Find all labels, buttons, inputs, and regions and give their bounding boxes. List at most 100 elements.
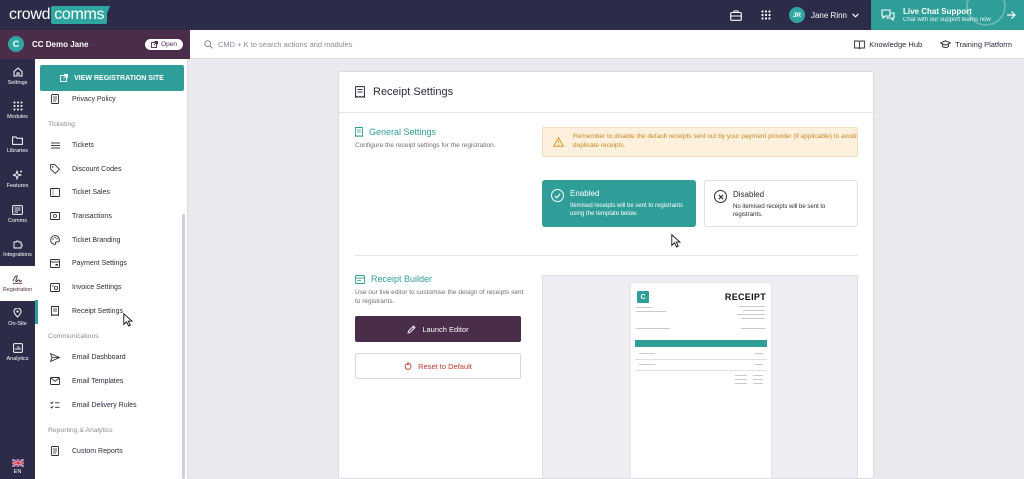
signature-icon xyxy=(12,275,23,284)
grid-icon xyxy=(13,101,22,111)
warning-banner: Remember to disable the default receipts… xyxy=(542,127,858,157)
x-circle-icon xyxy=(714,190,727,203)
rail-label: Modules xyxy=(7,114,28,121)
preview-line xyxy=(741,318,765,320)
enabled-title: Enabled xyxy=(570,189,600,198)
receipt-paper: C RECEIPT xyxy=(631,283,771,478)
open-label: Open xyxy=(161,40,177,48)
sidebar: VIEW REGISTRATION SITE Privacy Policy Ti… xyxy=(35,59,188,479)
chevron-down-icon xyxy=(852,12,859,18)
receipts-disabled-option[interactable]: Disabled No itemised receipts will be se… xyxy=(704,180,858,227)
sidebar-item-label: Transactions xyxy=(72,212,112,220)
external-link-icon xyxy=(60,74,69,82)
live-chat-support-button[interactable]: Live Chat Support Chat with our support … xyxy=(871,0,1024,30)
reset-icon xyxy=(404,361,412,370)
general-settings-heading: General Settings xyxy=(355,127,436,137)
knowledge-hub-label: Knowledge Hub xyxy=(869,40,923,49)
preview-line xyxy=(755,364,763,366)
rail-item-comms[interactable]: Comms xyxy=(0,197,35,232)
preview-line xyxy=(739,306,765,308)
language-selector[interactable]: EN xyxy=(0,459,35,475)
rail-item-settings[interactable]: Settings xyxy=(0,59,35,94)
preview-line xyxy=(735,375,747,377)
sidebar-item-label: Payment Settings xyxy=(72,259,127,267)
arrow-right-icon xyxy=(1007,11,1016,19)
brand-word: crowd xyxy=(9,6,51,23)
sidebar-item-transactions[interactable]: Transactions xyxy=(50,209,112,223)
preview-line xyxy=(753,379,763,381)
sidebar-item-ticket-branding[interactable]: Ticket Branding xyxy=(50,233,120,247)
sidebar-item-invoice-settings[interactable]: Invoice Settings xyxy=(50,280,121,294)
receipt-builder-desc: Use our live editor to customise the des… xyxy=(355,289,524,306)
rail-item-modules[interactable]: Modules xyxy=(0,94,35,129)
training-platform-link[interactable]: Training Platform xyxy=(940,40,1012,49)
disabled-desc: No itemised receipts will be sent to reg… xyxy=(733,204,826,218)
receipts-enabled-option[interactable]: Enabled Itemised receipts will be sent t… xyxy=(542,180,696,227)
reset-to-default-label: Reset to Default xyxy=(418,361,472,371)
graduation-cap-icon xyxy=(940,40,952,48)
user-menu[interactable]: JR Jane Rinn xyxy=(788,7,859,23)
rail-item-features[interactable]: Features xyxy=(0,163,35,198)
sidebar-item-tickets[interactable]: Tickets xyxy=(50,138,94,152)
launch-editor-button[interactable]: Launch Editor xyxy=(355,316,521,342)
sidebar-item-email-delivery-rules[interactable]: Email Delivery Rules xyxy=(50,398,137,412)
preview-line xyxy=(735,383,747,385)
sub-bar: C CC Demo Jane Open CMD + K to search ac… xyxy=(0,29,1024,59)
sidebar-item-privacy-policy[interactable]: Privacy Policy xyxy=(50,92,116,106)
disabled-title: Disabled xyxy=(733,190,765,199)
sidebar-item-email-templates[interactable]: Email Templates xyxy=(50,374,123,388)
document-icon xyxy=(51,446,59,456)
sidebar-item-email-dashboard[interactable]: Email Dashboard xyxy=(50,350,126,364)
receipt-icon xyxy=(51,306,59,316)
search-icon xyxy=(204,39,213,49)
rail-item-registration[interactable]: Registration xyxy=(0,266,35,301)
sidebar-item-discount-codes[interactable]: Discount Codes xyxy=(50,162,121,176)
section-heading-communications: Communications xyxy=(48,333,99,340)
command-search-input[interactable]: CMD + K to search actions and modules xyxy=(204,40,352,49)
rail-label: Analytics xyxy=(6,355,29,362)
rail-item-libraries[interactable]: Libraries xyxy=(0,128,35,163)
rail-item-on-site[interactable]: On-Site xyxy=(0,301,35,336)
reset-to-default-button[interactable]: Reset to Default xyxy=(355,353,521,379)
preview-line xyxy=(741,328,765,330)
preview-line xyxy=(753,375,763,377)
preview-row-divider xyxy=(635,370,767,371)
sidebar-item-receipt-settings[interactable]: Receipt Settings xyxy=(50,304,123,318)
ticket-icon xyxy=(50,187,60,197)
preview-line xyxy=(639,364,655,366)
event-selector[interactable]: C CC Demo Jane Open xyxy=(0,29,190,59)
sidebar-item-custom-reports[interactable]: Custom Reports xyxy=(50,444,123,458)
sidebar-item-label: Privacy Policy xyxy=(72,95,116,103)
user-name: Jane Rinn xyxy=(810,10,847,20)
sidebar-item-ticket-sales[interactable]: Ticket Sales xyxy=(50,185,110,199)
mouse-cursor-icon xyxy=(123,313,133,327)
tag-icon xyxy=(50,164,60,174)
knowledge-hub-link[interactable]: Knowledge Hub xyxy=(854,40,922,49)
sidebar-item-payment-settings[interactable]: Payment Settings xyxy=(50,256,127,270)
briefcase-icon[interactable] xyxy=(729,8,743,22)
preview-line xyxy=(755,353,763,355)
view-registration-site-button[interactable]: VIEW REGISTRATION SITE xyxy=(40,65,184,91)
general-settings-desc: Configure the receipt settings for the r… xyxy=(355,142,496,149)
brand-logo[interactable]: crowd comms xyxy=(9,6,111,24)
edit-pen-icon xyxy=(407,324,416,334)
preview-line xyxy=(737,314,765,316)
sidebar-scrollbar[interactable] xyxy=(182,214,185,479)
receipt-icon xyxy=(355,86,365,98)
folder-icon xyxy=(12,136,23,146)
rail-item-analytics[interactable]: Analytics xyxy=(0,335,35,370)
module-rail: Settings Modules Libraries Features Comm… xyxy=(0,59,35,479)
send-icon xyxy=(50,352,60,362)
app-grid-icon[interactable] xyxy=(759,8,773,22)
rail-item-integrations[interactable]: Integrations xyxy=(0,232,35,267)
launch-editor-label: Launch Editor xyxy=(422,324,469,334)
cash-icon xyxy=(50,212,60,220)
event-logo-icon: C xyxy=(8,36,24,52)
preview-table-header xyxy=(635,340,767,347)
open-event-button[interactable]: Open xyxy=(145,38,183,50)
top-bar: crowd comms JR Jane Rinn Live Chat Suppor… xyxy=(0,0,1024,30)
sidebar-item-label: Email Delivery Rules xyxy=(72,401,137,409)
book-open-icon xyxy=(854,40,866,49)
receipt-builder-heading: Receipt Builder xyxy=(355,274,432,284)
search-placeholder: CMD + K to search actions and modules xyxy=(218,39,353,49)
